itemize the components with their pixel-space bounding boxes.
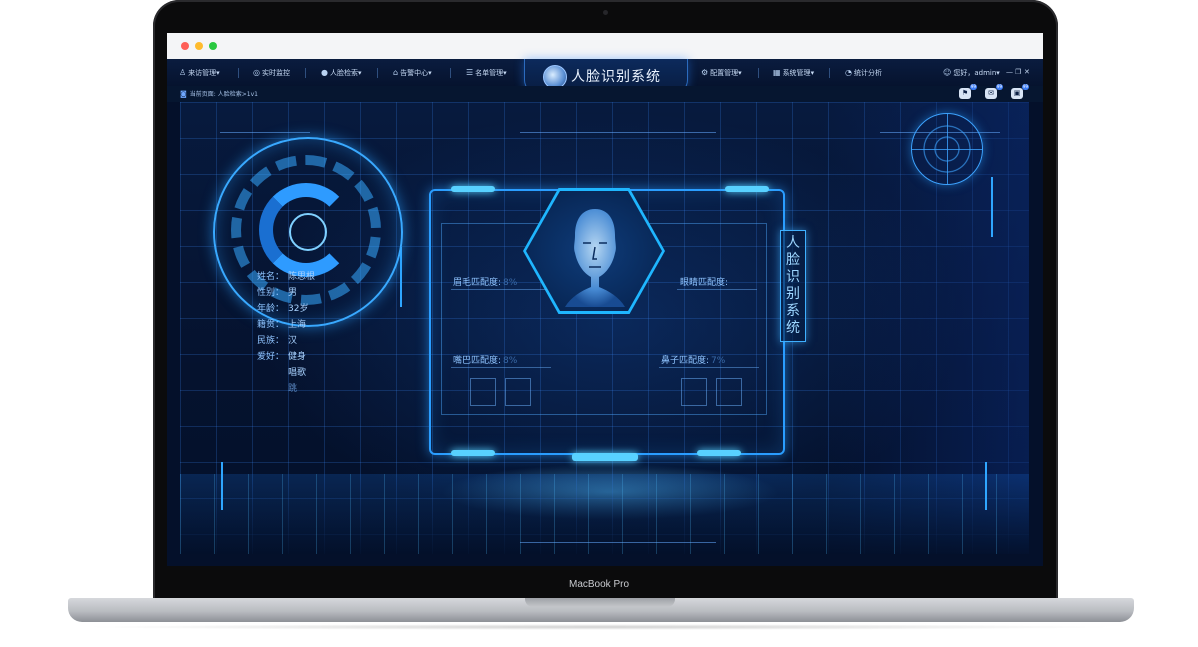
metric-underline: [451, 367, 551, 368]
nav-item-system[interactable]: ▦ 系统管理▾: [773, 59, 814, 86]
decor-square: [470, 378, 496, 406]
nav-divider: [758, 68, 759, 78]
metric-underline: [677, 289, 757, 290]
device-label: MacBook Pro: [568, 579, 630, 590]
eyes-match: 眼睛匹配度:: [680, 278, 729, 288]
laptop-shadow: [80, 624, 1120, 630]
breadcrumb: ◙ 当前页面: 人脸检索>1v1: [180, 90, 258, 98]
metric-underline: [451, 289, 547, 290]
pie-icon: ◔: [845, 68, 852, 77]
nav-divider: [377, 68, 378, 78]
person-icon: ●: [321, 68, 328, 77]
profile-row: 姓名： 陈思根: [257, 272, 316, 282]
profile-row: 爱好： 健身: [257, 352, 307, 362]
title-char: 脸: [786, 252, 800, 268]
grid-icon: ▦: [773, 68, 781, 77]
panel-cap: [451, 186, 495, 192]
close-window-icon[interactable]: [181, 42, 189, 50]
maximize-window-icon[interactable]: [209, 42, 217, 50]
camera-icon: [603, 10, 608, 15]
sub-toolbar: ◙ 当前页面: 人脸检索>1v1 ⚑ 99 ✉ 99 ▣ 99: [167, 84, 1043, 102]
title-char: 别: [786, 286, 800, 302]
profile-row: 民族：汉: [257, 336, 298, 346]
notification-badge: 99: [969, 84, 977, 90]
list-icon: ☰: [466, 68, 474, 77]
mouth-match: 嘴巴匹配度: 8%: [453, 356, 518, 366]
face-scan-icon: [565, 209, 625, 307]
profile-row: 性别：男: [257, 288, 298, 298]
browser-title-bar: [167, 33, 1043, 59]
decor-square: [505, 378, 531, 406]
decor-square: [716, 378, 742, 406]
panel-cap: [451, 450, 495, 456]
radar-icon: [911, 113, 983, 185]
notification-badge: 99: [1021, 84, 1029, 90]
alert-icon[interactable]: ⚑ 99: [959, 84, 977, 99]
laptop-notch: [525, 598, 675, 607]
profile-row: 年龄： 32岁: [257, 304, 309, 314]
nav-divider: [238, 68, 239, 78]
vertical-system-title: 人 脸 识 别 系 统: [780, 230, 806, 342]
decor-bracket: [991, 177, 993, 237]
breadcrumb-path[interactable]: 人脸检索>1v1: [218, 91, 258, 98]
nav-item-list[interactable]: ☰ 名单管理▾: [466, 59, 507, 86]
decor-bracket: [400, 247, 402, 307]
scanner-ring-core: [289, 213, 327, 251]
metric-underline: [659, 367, 759, 368]
decor-line: [520, 132, 716, 133]
minimize-button[interactable]: —: [1006, 59, 1013, 86]
camera-icon: ◙: [180, 90, 187, 98]
nav-item-face-search[interactable]: ● 人脸检索▾: [321, 59, 362, 86]
app-title: 人脸识别系统: [571, 69, 661, 85]
notification-badge: 99: [995, 84, 1003, 90]
panel-cap: [572, 453, 638, 461]
title-char: 系: [786, 303, 800, 319]
close-button[interactable]: ✕: [1024, 59, 1030, 86]
camera-icon: ◎: [253, 68, 260, 77]
user-icon: ♙: [179, 68, 187, 77]
eyebrow-match: 眉毛匹配度: 8%: [453, 278, 518, 288]
title-char: 人: [786, 235, 800, 251]
minimize-window-icon[interactable]: [195, 42, 203, 50]
panel-cap: [725, 186, 769, 192]
decor-line: [220, 132, 310, 133]
nav-divider: [305, 68, 306, 78]
nav-item-config[interactable]: ⚙ 配置管理▾: [701, 59, 742, 86]
decor-bracket: [221, 462, 223, 510]
nav-item-alarm[interactable]: ⌂ 告警中心▾: [393, 59, 432, 86]
profile-row: 唱歌: [288, 368, 307, 378]
title-char: 统: [786, 320, 800, 336]
laptop-screen: ♙ 来访管理▾ ◎ 实时监控 ● 人脸检索▾ ⌂ 告警中心▾ ☰ 名单管理▾ ⚙ 配置管理▾…: [167, 33, 1043, 566]
nav-item-monitor[interactable]: ◎ 实时监控: [253, 59, 290, 86]
message-icon[interactable]: ✉ 99: [985, 84, 1003, 99]
restore-button[interactable]: ❐: [1015, 59, 1021, 86]
profile-row: 跳: [288, 384, 298, 394]
decor-square: [681, 378, 707, 406]
nav-item-visitor[interactable]: ♙ 来访管理▾: [179, 59, 220, 86]
profile-row: 籍贯： 上海: [257, 320, 307, 330]
person-profile: 姓名： 陈思根 性别：男 年龄： 32岁 籍贯： 上海 民族：汉 爱好： 健身 唱歌 跳: [257, 269, 315, 397]
bank-icon: ⌂: [393, 68, 399, 77]
monitor-icon[interactable]: ▣ 99: [1011, 84, 1029, 99]
avatar-icon: ☺: [943, 68, 952, 77]
settings-icon: ⚙: [701, 68, 709, 77]
nose-match: 鼻子匹配度: 7%: [661, 356, 726, 366]
user-menu[interactable]: ☺ 您好，admin▾: [943, 59, 1000, 86]
nav-divider: [829, 68, 830, 78]
nav-divider: [450, 68, 451, 78]
nav-item-stats[interactable]: ◔ 统计分析: [845, 59, 882, 86]
decor-line: [520, 542, 716, 543]
panel-cap: [697, 450, 741, 456]
title-char: 识: [786, 269, 800, 285]
decor-bracket: [985, 462, 987, 510]
